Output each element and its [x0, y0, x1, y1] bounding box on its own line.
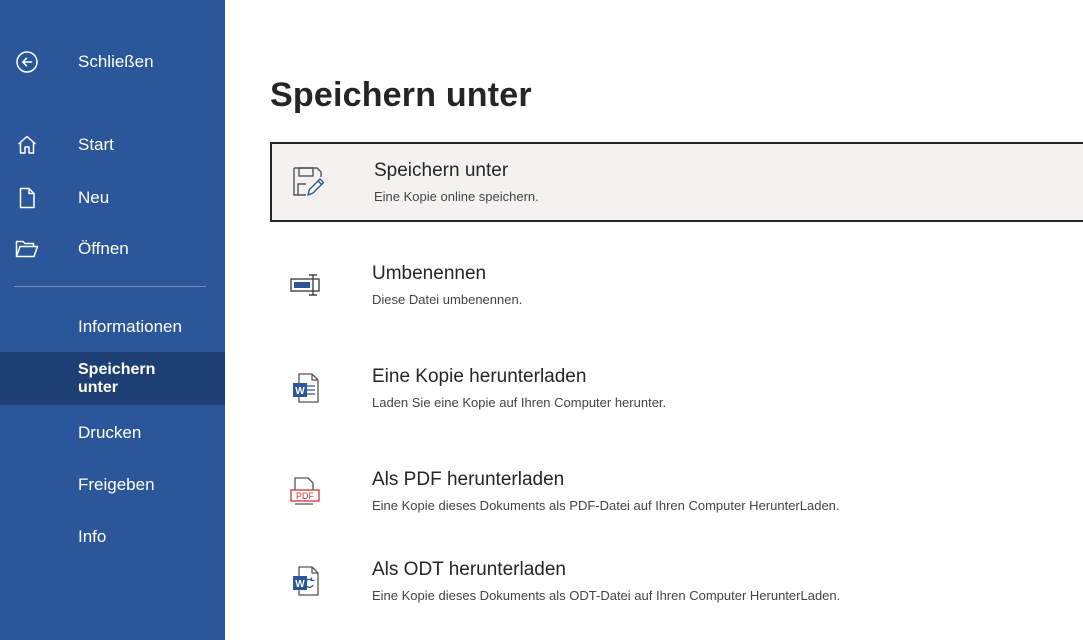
- sidebar-divider: [14, 286, 206, 287]
- sidebar-item-print[interactable]: Drucken: [0, 410, 225, 456]
- sidebar-item-share[interactable]: Freigeben: [0, 462, 225, 508]
- sidebar-item-label: Neu: [78, 188, 110, 207]
- back-arrow-icon: [14, 49, 40, 75]
- option-download-pdf[interactable]: PDF Als PDF herunterladen Eine Kopie die…: [270, 451, 1083, 531]
- option-save-as[interactable]: Speichern unter Eine Kopie online speich…: [270, 142, 1083, 222]
- sidebar-item-start[interactable]: Start: [0, 122, 225, 168]
- sidebar-item-new[interactable]: Neu: [0, 175, 225, 221]
- svg-text:PDF: PDF: [296, 491, 315, 501]
- option-description: Laden Sie eine Kopie auf Ihren Computer …: [372, 395, 667, 410]
- sidebar-item-close[interactable]: Schließen: [0, 39, 225, 85]
- sidebar-item-label: Info: [78, 527, 107, 546]
- option-title: Speichern unter: [374, 160, 509, 181]
- sidebar-item-label: Informationen: [78, 317, 182, 336]
- backstage-view: Schließen Start Neu Öffnen Informationen…: [0, 0, 1083, 640]
- option-title: Eine Kopie herunterladen: [372, 366, 587, 387]
- sidebar-item-label: Freigeben: [78, 475, 155, 494]
- option-rename[interactable]: Umbenennen Diese Datei umbenennen.: [270, 245, 1083, 325]
- sidebar-item-label: Öffnen: [78, 239, 129, 258]
- page-title: Speichern unter: [270, 76, 532, 114]
- backstage-sidebar: Schließen Start Neu Öffnen Informationen…: [0, 0, 225, 640]
- svg-text:W: W: [295, 579, 305, 590]
- sidebar-item-label: Schließen: [78, 52, 154, 71]
- option-description: Diese Datei umbenennen.: [372, 292, 523, 307]
- sidebar-item-save-as[interactable]: Speichern unter: [0, 352, 225, 405]
- option-description: Eine Kopie dieses Dokuments als PDF-Date…: [372, 498, 840, 513]
- new-document-icon: [14, 185, 40, 211]
- option-title: Umbenennen: [372, 263, 487, 284]
- option-title: Als PDF herunterladen: [372, 469, 565, 490]
- sidebar-item-label: Drucken: [78, 423, 142, 442]
- home-icon: [14, 132, 40, 158]
- folder-open-icon: [14, 236, 40, 262]
- sidebar-item-info[interactable]: Info: [0, 514, 225, 560]
- sidebar-item-open[interactable]: Öffnen: [0, 226, 225, 272]
- rename-icon: [288, 267, 324, 303]
- option-download-copy[interactable]: W Eine Kopie herunterladen Laden Sie ein…: [270, 348, 1083, 428]
- pdf-document-icon: PDF: [288, 473, 324, 509]
- save-as-icon: [290, 164, 326, 200]
- word-document-icon: W: [288, 370, 324, 406]
- option-description: Eine Kopie online speichern.: [374, 189, 539, 204]
- sidebar-item-label: Start: [78, 135, 114, 154]
- sidebar-item-informationen[interactable]: Informationen: [0, 304, 225, 350]
- main-panel: Speichern unter Speichern unter Eine Kop…: [225, 0, 1083, 640]
- option-title: Als ODT herunterladen: [372, 559, 566, 580]
- odt-document-icon: W: [288, 563, 324, 599]
- sidebar-item-label: Speichern unter: [78, 360, 156, 396]
- option-download-odt[interactable]: W Als ODT herunterladen Eine Kopie diese…: [270, 541, 1083, 621]
- svg-text:W: W: [295, 386, 305, 397]
- option-description: Eine Kopie dieses Dokuments als ODT-Date…: [372, 588, 841, 603]
